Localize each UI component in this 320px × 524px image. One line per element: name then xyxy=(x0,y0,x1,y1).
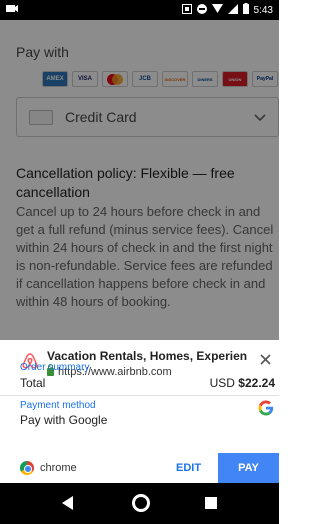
status-time: 5:43 xyxy=(253,4,273,16)
total-amount: USD $22.24 xyxy=(210,376,275,390)
battery-icon xyxy=(242,3,249,17)
home-icon[interactable] xyxy=(132,494,150,512)
edit-button[interactable]: EDIT xyxy=(176,462,201,474)
notification-icon xyxy=(6,4,18,17)
total-value: $22.24 xyxy=(238,376,275,390)
signal-icon xyxy=(227,3,238,17)
status-bar: 5:43 xyxy=(0,0,279,20)
total-label: Total xyxy=(20,376,46,390)
merchant-name: Vacation Rentals, Homes, Experiences &..… xyxy=(47,349,247,363)
payment-method-row[interactable]: Payment method Pay with Google xyxy=(0,400,279,430)
pay-button[interactable]: PAY xyxy=(218,453,279,483)
chrome-icon xyxy=(20,461,34,475)
wifi-icon xyxy=(211,4,223,16)
payment-method-label: Payment method xyxy=(20,400,96,411)
recent-apps-icon[interactable] xyxy=(205,497,217,509)
sheet-footer: chrome EDIT PAY xyxy=(0,453,279,483)
do-not-disturb-icon xyxy=(196,3,207,17)
browser-label: chrome xyxy=(40,462,77,474)
google-logo-icon xyxy=(258,400,274,421)
total-currency: USD xyxy=(209,376,235,390)
navigation-bar xyxy=(0,483,279,524)
divider xyxy=(0,395,279,396)
payment-method-value: Pay with Google xyxy=(20,413,108,427)
modal-scrim[interactable] xyxy=(0,20,279,340)
nfc-icon xyxy=(181,3,192,17)
order-summary-label: Order summary xyxy=(20,362,90,373)
back-icon[interactable] xyxy=(62,496,73,510)
order-summary-row[interactable]: Order summary Total USD $22.24 xyxy=(0,362,279,392)
